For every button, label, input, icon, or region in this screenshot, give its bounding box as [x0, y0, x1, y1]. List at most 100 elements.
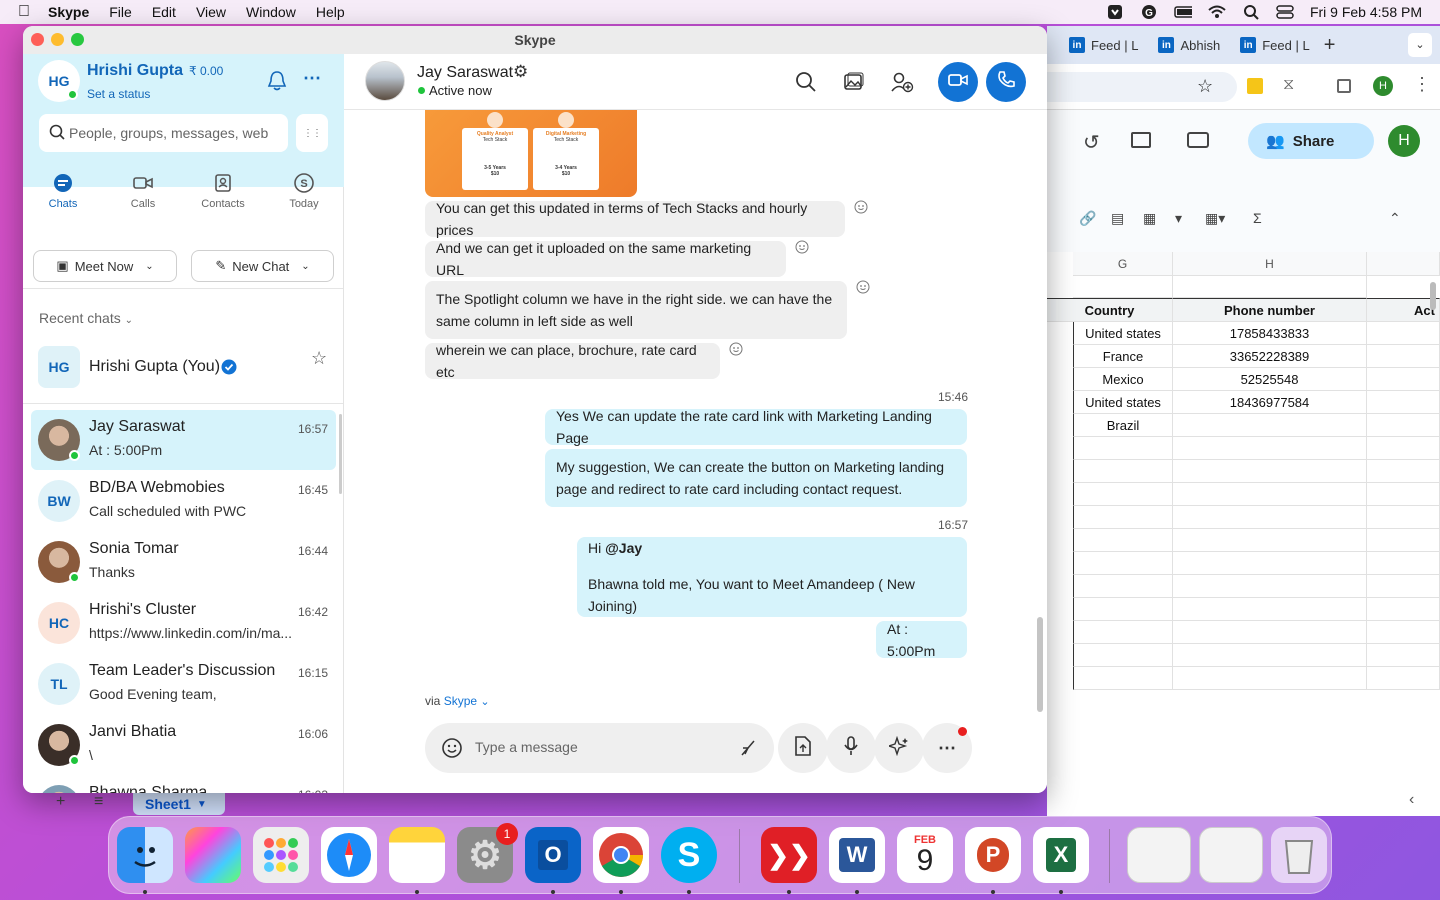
action-cell[interactable]	[1367, 552, 1440, 575]
menu-help[interactable]: Help	[316, 4, 345, 20]
recent-chats-header[interactable]: Recent chats ⌄	[39, 310, 133, 326]
self-chat-row[interactable]: HG Hrishi Gupta (You) ☆	[23, 334, 343, 400]
tab-today[interactable]: S Today	[274, 172, 334, 210]
contact-name[interactable]: Jay Saraswat	[417, 64, 513, 82]
country-cell[interactable]	[1073, 598, 1173, 621]
notifications-bell-icon[interactable]	[267, 70, 287, 97]
recent-document-icon[interactable]	[1127, 827, 1191, 883]
more-actions-button[interactable]: ⋯	[922, 723, 972, 773]
extension-icon[interactable]	[1247, 78, 1263, 94]
sent-message-bubble[interactable]: Hi @Jay Bhawna told me, You want to Meet…	[577, 537, 967, 617]
link-icon[interactable]: 🔗	[1079, 210, 1096, 227]
search-in-chat-icon[interactable]	[792, 68, 820, 96]
country-cell[interactable]	[1073, 506, 1173, 529]
favorite-star-icon[interactable]: ☆	[311, 348, 327, 369]
image-attachment[interactable]: Quality Analyst Tech Stack 3-5 Years $10…	[425, 110, 637, 197]
control-center-icon[interactable]	[1276, 3, 1294, 21]
dialpad-button[interactable]: ⋮⋮	[296, 114, 328, 152]
menubar-clock[interactable]: Fri 9 Feb 4:58 PM	[1310, 4, 1422, 20]
add-reaction-icon[interactable]	[854, 200, 868, 214]
anydesk-icon[interactable]: ❯❯	[761, 827, 817, 883]
action-cell[interactable]	[1367, 368, 1440, 391]
chart-icon[interactable]: ▦	[1143, 210, 1156, 227]
recent-document-icon[interactable]	[1199, 827, 1263, 883]
sent-message-bubble[interactable]: At : 5:00Pm	[876, 621, 967, 659]
chat-list-item[interactable]: HC Hrishi's Cluster https://www.linkedin.c…	[31, 593, 336, 653]
message-bubble[interactable]: wherein we can place, brochure, rate car…	[425, 342, 720, 380]
profile-avatar[interactable]: H	[1373, 76, 1393, 96]
country-cell[interactable]: Brazil	[1073, 414, 1173, 437]
video-call-button[interactable]	[938, 62, 978, 102]
menu-window[interactable]: Window	[246, 4, 296, 20]
finder-icon[interactable]	[117, 827, 173, 883]
add-sheet-icon[interactable]: +	[56, 793, 65, 811]
add-people-icon[interactable]	[888, 68, 916, 96]
gallery-icon[interactable]	[840, 68, 868, 96]
calendar-icon[interactable]: FEB 9	[897, 827, 953, 883]
message-bubble[interactable]: You can get this updated in terms of Tec…	[425, 200, 845, 238]
powerpoint-icon[interactable]: P	[965, 827, 1021, 883]
sum-icon[interactable]: Σ	[1253, 210, 1262, 226]
country-cell[interactable]	[1073, 621, 1173, 644]
new-chat-button[interactable]: ✎ New Chat ⌄	[191, 250, 334, 282]
action-cell[interactable]	[1367, 506, 1440, 529]
country-cell[interactable]: United states	[1073, 391, 1173, 414]
action-cell[interactable]	[1367, 391, 1440, 414]
settings-gear-icon[interactable]: ⚙	[513, 62, 528, 82]
chat-list-item[interactable]: Sonia Tomar Thanks 16:44	[31, 532, 336, 592]
apple-icon[interactable]: 	[18, 3, 30, 21]
battery-icon[interactable]	[1174, 3, 1192, 21]
tab-calls[interactable]: Calls	[113, 172, 173, 210]
audio-call-button[interactable]	[986, 62, 1026, 102]
menu-file[interactable]: File	[109, 4, 132, 20]
phone-cell[interactable]	[1173, 437, 1367, 460]
conversation-scrollbar[interactable]	[1037, 617, 1043, 712]
trash-icon[interactable]	[1271, 827, 1327, 883]
outlook-icon[interactable]: O	[525, 827, 581, 883]
notes-icon[interactable]	[389, 827, 445, 883]
country-cell[interactable]: France	[1073, 345, 1173, 368]
table-icon[interactable]: ▦▾	[1205, 210, 1225, 227]
voice-message-button[interactable]	[826, 723, 876, 773]
action-cell[interactable]	[1367, 667, 1440, 690]
format-text-icon[interactable]	[739, 738, 757, 763]
message-bubble[interactable]: And we can get it uploaded on the same m…	[425, 240, 786, 278]
action-cell[interactable]	[1367, 437, 1440, 460]
chat-list-item[interactable]: Jay Saraswat At : 5:00Pm 16:57	[31, 410, 336, 470]
meet-icon[interactable]	[1187, 132, 1209, 148]
filter-icon[interactable]: ▾	[1175, 210, 1182, 227]
header-country[interactable]: Country	[1047, 298, 1173, 322]
phone-cell[interactable]	[1173, 667, 1367, 690]
minimize-window-button[interactable]	[51, 33, 64, 46]
ai-assist-button[interactable]	[874, 723, 924, 773]
country-cell[interactable]	[1073, 483, 1173, 506]
collapse-icon[interactable]: ⌃	[1389, 210, 1401, 227]
phone-cell[interactable]	[1173, 460, 1367, 483]
menu-view[interactable]: View	[196, 4, 226, 20]
meet-now-button[interactable]: ▣ Meet Now ⌄	[33, 250, 177, 282]
sent-message-bubble[interactable]: My suggestion, We can create the button …	[545, 449, 967, 507]
mention[interactable]: @Jay	[605, 540, 642, 556]
chat-list-item[interactable]: Bhawna SharmaSure16:03	[31, 776, 336, 793]
phone-cell[interactable]	[1173, 644, 1367, 667]
word-icon[interactable]: W	[829, 827, 885, 883]
phone-cell[interactable]: 33652228389	[1173, 345, 1367, 368]
action-cell[interactable]	[1367, 575, 1440, 598]
chat-list-item[interactable]: Janvi Bhatia \ 16:06	[31, 715, 336, 775]
country-cell[interactable]	[1073, 460, 1173, 483]
sent-message-bubble[interactable]: Yes We can update the rate card link wit…	[545, 408, 967, 446]
country-cell[interactable]: United states	[1073, 322, 1173, 345]
phone-cell[interactable]	[1173, 575, 1367, 598]
country-cell[interactable]	[1073, 529, 1173, 552]
country-cell[interactable]	[1073, 575, 1173, 598]
phone-cell[interactable]	[1173, 506, 1367, 529]
chat-list-item[interactable]: BW BD/BA Webmobies Call scheduled with PWC…	[31, 471, 336, 531]
profile-name-row[interactable]: Hrishi Gupta ₹ 0.00	[87, 62, 223, 80]
phone-cell[interactable]	[1173, 414, 1367, 437]
browser-address-bar[interactable]: ☆ ⧖ H ⋮	[1047, 64, 1440, 110]
puzzle-icon[interactable]: ⧖	[1283, 76, 1294, 94]
phone-cell[interactable]	[1173, 621, 1367, 644]
sheet-tab[interactable]: Sheet1 ▼	[133, 793, 225, 815]
phone-cell[interactable]	[1173, 598, 1367, 621]
country-cell[interactable]	[1073, 667, 1173, 690]
